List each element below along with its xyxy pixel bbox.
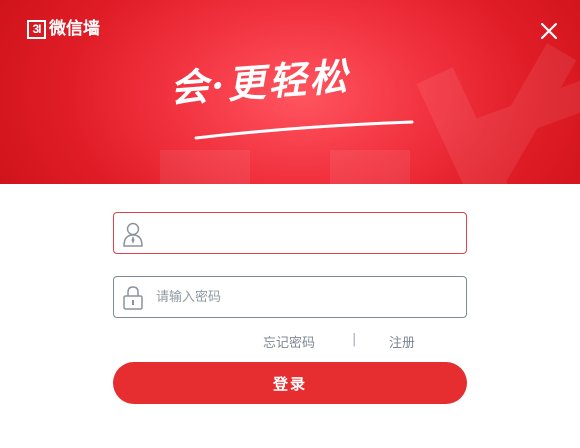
username-field[interactable] [113,212,467,254]
slogan-underline [194,120,414,140]
header-banner: 3I 微信墙 会·更轻松 [0,0,580,184]
password-field[interactable] [113,276,467,318]
user-icon [123,222,143,247]
logo-mark: 3I [27,19,46,39]
link-separator: | [352,332,357,347]
forgot-password-link[interactable]: 忘记密码 [263,332,315,351]
app-logo: 3I 微信墙 [27,19,100,39]
auxiliary-links: 忘记密码 | 注册 [0,332,580,352]
login-button[interactable]: 登录 [113,362,467,404]
register-link[interactable]: 注册 [389,332,415,351]
password-input[interactable] [156,277,456,317]
lock-icon [123,286,143,310]
close-icon[interactable] [537,19,561,43]
logo-text: 微信墙 [49,19,100,39]
username-input[interactable] [156,213,456,253]
